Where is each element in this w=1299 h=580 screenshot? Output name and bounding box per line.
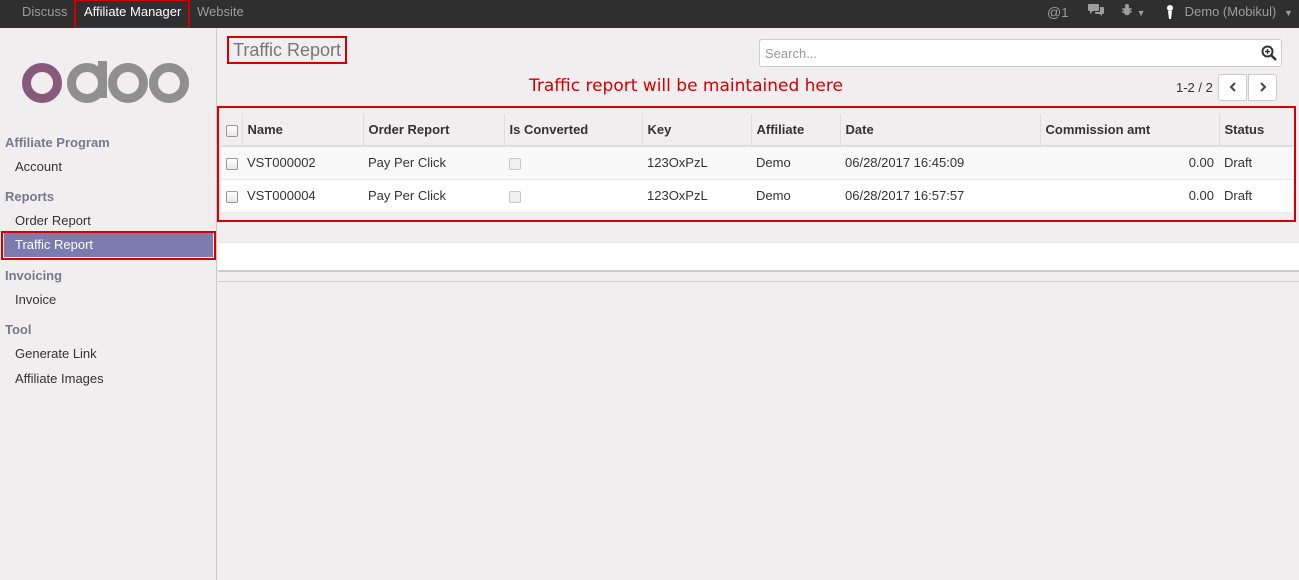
sidebar-item-invoice[interactable]: Invoice xyxy=(15,292,56,307)
table-footer-band xyxy=(218,242,1299,272)
user-avatar-icon xyxy=(1165,4,1179,19)
cell-status: Draft xyxy=(1219,178,1293,212)
main-content: Traffic Report Traffic report will be ma… xyxy=(218,28,1299,580)
cell-is-converted xyxy=(504,178,642,212)
sidebar-item-account[interactable]: Account xyxy=(15,159,62,174)
table-row[interactable]: VST000002 Pay Per Click 123OxPzL Demo 06… xyxy=(221,145,1293,179)
sidebar-item-order-report[interactable]: Order Report xyxy=(15,213,91,228)
search-input[interactable] xyxy=(760,40,1240,66)
cell-commission: 0.00 xyxy=(1040,178,1219,212)
sidebar-item-generate-link[interactable]: Generate Link xyxy=(15,346,97,361)
row-select-cell xyxy=(221,178,242,212)
user-name: Demo (Mobikul) xyxy=(1184,4,1277,19)
chevron-right-icon xyxy=(1259,80,1267,95)
cell-date: 06/28/2017 16:57:57 xyxy=(840,178,1040,212)
user-menu[interactable]: Demo (Mobikul) ▼ xyxy=(1165,0,1293,28)
column-header-commission[interactable]: Commission amt xyxy=(1040,114,1220,147)
column-header-key[interactable]: Key xyxy=(642,114,752,147)
cell-affiliate: Demo xyxy=(751,145,840,179)
column-header-order-report[interactable]: Order Report xyxy=(363,114,505,147)
pager-value[interactable]: 1-2 / 2 xyxy=(1176,80,1213,95)
divider xyxy=(218,281,1299,282)
menu-website[interactable]: Website xyxy=(197,0,244,28)
menu-affiliate-manager[interactable]: Affiliate Manager xyxy=(84,0,181,28)
column-header-affiliate[interactable]: Affiliate xyxy=(751,114,841,147)
mentions-button[interactable]: @1 xyxy=(1047,0,1068,28)
column-header-status[interactable]: Status xyxy=(1219,114,1293,147)
pager-next-button[interactable] xyxy=(1248,74,1277,101)
caret-down-icon: ▼ xyxy=(1136,8,1146,18)
sidebar: Affiliate Program Account Reports Order … xyxy=(0,28,217,580)
mentions-count: 1 xyxy=(1061,5,1069,20)
section-invoicing: Invoicing xyxy=(5,268,63,283)
cell-affiliate: Demo xyxy=(751,178,840,212)
select-all-cell xyxy=(221,114,243,147)
chat-icon[interactable] xyxy=(1087,2,1105,30)
column-header-date[interactable]: Date xyxy=(840,114,1041,147)
table-header-row: Name Order Report Is Converted Key Affil… xyxy=(221,114,1293,147)
debug-menu[interactable]: ▼ xyxy=(1121,0,1146,28)
row-checkbox[interactable] xyxy=(226,190,238,203)
is-converted-checkbox xyxy=(509,157,521,170)
traffic-report-table: Name Order Report Is Converted Key Affil… xyxy=(221,114,1293,212)
row-checkbox[interactable] xyxy=(226,157,238,170)
page-title: Traffic Report xyxy=(233,40,342,60)
sidebar-item-affiliate-images[interactable]: Affiliate Images xyxy=(15,371,104,386)
section-affiliate-program: Affiliate Program xyxy=(5,135,110,150)
caret-down-icon: ▼ xyxy=(1284,8,1293,18)
cell-status: Draft xyxy=(1219,145,1293,179)
cell-name: VST000004 xyxy=(242,178,363,212)
search-icon[interactable] xyxy=(1261,45,1277,64)
odoo-logo xyxy=(22,61,190,108)
sidebar-item-traffic-report[interactable]: Traffic Report xyxy=(4,233,213,257)
column-header-is-converted[interactable]: Is Converted xyxy=(504,114,643,147)
chevron-left-icon xyxy=(1229,80,1237,95)
cell-name: VST000002 xyxy=(242,145,363,179)
annotation-text: Traffic report will be maintained here xyxy=(529,76,843,96)
top-navbar: Discuss Affiliate Manager Website @1 ▼ D… xyxy=(0,0,1299,28)
select-all-checkbox[interactable] xyxy=(226,124,238,137)
pager-previous-button[interactable] xyxy=(1218,74,1247,101)
row-select-cell xyxy=(221,145,242,179)
bug-icon xyxy=(1121,4,1137,19)
cell-key: 123OxPzL xyxy=(642,178,751,212)
cell-order-report: Pay Per Click xyxy=(363,145,504,179)
at-icon: @ xyxy=(1047,4,1062,20)
menu-discuss[interactable]: Discuss xyxy=(22,0,68,28)
cell-date: 06/28/2017 16:45:09 xyxy=(840,145,1040,179)
cell-key: 123OxPzL xyxy=(642,145,751,179)
cell-commission: 0.00 xyxy=(1040,145,1219,179)
column-header-name[interactable]: Name xyxy=(242,114,364,147)
table-row[interactable]: VST000004 Pay Per Click 123OxPzL Demo 06… xyxy=(221,178,1293,212)
cell-order-report: Pay Per Click xyxy=(363,178,504,212)
is-converted-checkbox xyxy=(509,190,521,203)
section-tool: Tool xyxy=(5,322,32,337)
search-box xyxy=(759,39,1282,67)
section-reports: Reports xyxy=(5,189,55,204)
cell-is-converted xyxy=(504,145,642,179)
